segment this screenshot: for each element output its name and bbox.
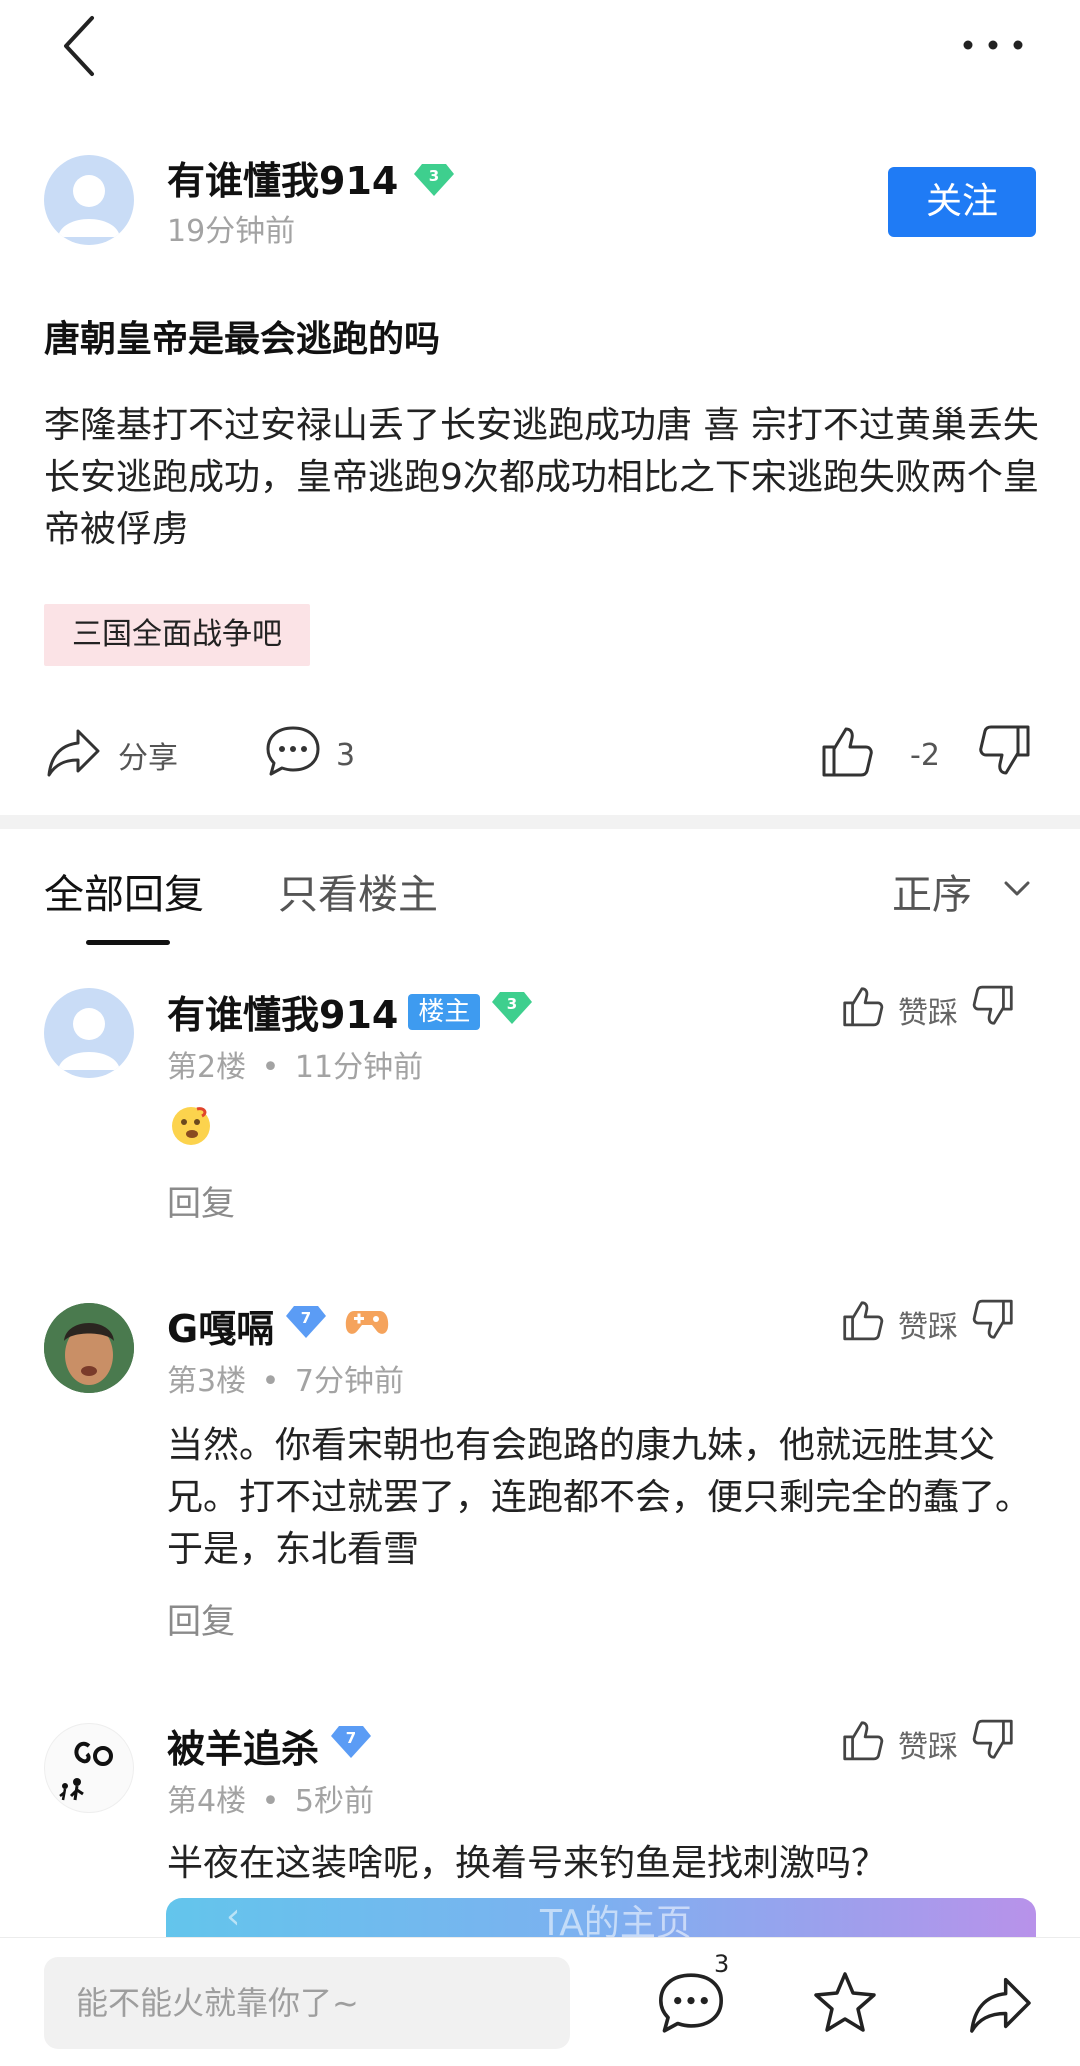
reply-avatar[interactable]	[44, 1303, 134, 1393]
floor-number: 第3楼	[167, 1364, 247, 1399]
level-badge: 3	[412, 160, 456, 207]
floor-number: 第4楼	[167, 1784, 247, 1819]
reply-time: 7分钟前	[294, 1364, 404, 1399]
reply-link[interactable]: 回复	[167, 1594, 235, 1643]
comment-icon	[264, 723, 322, 787]
op-badge: 楼主	[408, 993, 481, 1030]
share-icon[interactable]	[966, 1968, 1036, 2038]
reply-vote-group: 赞踩	[840, 1298, 1016, 1350]
author-avatar[interactable]	[44, 155, 134, 245]
reply-content: 半夜在这装啥呢，换着号来钓鱼是找刺激吗？	[167, 1843, 888, 1884]
star-icon[interactable]	[810, 1968, 880, 2038]
comment-icon[interactable]	[656, 1968, 726, 2038]
reply-meta: 第3楼 • 7分钟前	[167, 1356, 404, 1400]
thumbs-up-icon[interactable]	[840, 1718, 884, 1770]
game-controller-icon	[344, 1304, 390, 1348]
thumbs-up-icon[interactable]	[840, 984, 884, 1036]
back-icon[interactable]	[58, 14, 108, 78]
level-badge-number: 7	[301, 1309, 311, 1327]
meta-separator: •	[261, 1050, 280, 1085]
level-badge-number: 7	[346, 1729, 356, 1747]
comment-badge: 3	[714, 1950, 730, 1978]
vote-label: 赞踩	[898, 1730, 958, 1765]
post-action-row: 分享 3 -2	[0, 720, 1080, 790]
reply-meta: 第2楼 • 11分钟前	[167, 1042, 423, 1086]
chevron-down-icon[interactable]	[1000, 872, 1034, 906]
thumbs-down-icon[interactable]	[972, 984, 1016, 1036]
floor-number: 第2楼	[167, 1050, 247, 1085]
reply-meta: 第4楼 • 5秒前	[167, 1776, 374, 1820]
more-icon[interactable]	[960, 30, 1026, 60]
level-badge: 7	[329, 1722, 373, 1769]
comment-button[interactable]: 3	[264, 720, 355, 790]
reply-author-name[interactable]: G嘎嗝 7	[167, 1298, 390, 1353]
post-title: 唐朝皇帝是最会逃跑的吗	[44, 319, 441, 360]
author-name[interactable]: 有谁懂我914 3	[167, 150, 456, 207]
reply-author-name-text: G嘎嗝	[167, 1307, 275, 1351]
share-label: 分享	[118, 741, 178, 776]
reply-time: 5秒前	[294, 1784, 374, 1819]
meta-separator: •	[261, 1784, 280, 1819]
reply-vote-group: 赞踩	[840, 984, 1016, 1036]
preview-back-icon: ‹	[226, 1898, 241, 1937]
vote-score: -2	[910, 737, 940, 773]
follow-button[interactable]: 关注	[888, 167, 1036, 237]
thinking-face-emoji	[170, 1105, 212, 1147]
thumbs-down-icon[interactable]	[972, 1298, 1016, 1350]
author-name-text: 有谁懂我914	[167, 159, 399, 203]
reply-time: 11分钟前	[294, 1050, 424, 1085]
level-badge-number: 3	[428, 167, 438, 185]
vote-label: 赞踩	[898, 996, 958, 1031]
thumbs-up-icon	[818, 723, 874, 787]
vote-label: 赞踩	[898, 1310, 958, 1345]
tab-all-replies[interactable]: 全部回复	[44, 862, 204, 920]
post-body: 李隆基打不过安禄山丢了长安逃跑成功唐 喜 宗打不过黄巢丢失长安逃跑成功，皇帝逃跑…	[44, 405, 1039, 550]
comment-count: 3	[336, 737, 356, 773]
reply-author-name-text: 被羊追杀	[167, 1727, 320, 1771]
thumbs-down-icon[interactable]	[972, 1718, 1016, 1770]
forum-tag[interactable]: 三国全面战争吧	[44, 604, 310, 666]
reply-avatar[interactable]	[44, 1723, 134, 1813]
reply-author-name[interactable]: 有谁懂我914 楼主 3	[167, 984, 534, 1039]
level-badge: 7	[284, 1302, 328, 1349]
thumbs-down-icon	[978, 723, 1034, 787]
downvote-button[interactable]	[978, 720, 1034, 790]
active-tab-indicator	[86, 940, 170, 945]
reply-vote-group: 赞踩	[840, 1718, 1016, 1770]
reply-avatar[interactable]	[44, 988, 134, 1078]
tab-op-only[interactable]: 只看楼主	[278, 862, 438, 920]
meta-separator: •	[261, 1364, 280, 1399]
section-divider	[0, 815, 1080, 829]
sort-order-button[interactable]: 正序	[892, 862, 972, 920]
comment-input[interactable]: 能不能火就靠你了~	[44, 1957, 570, 2049]
level-badge-number: 3	[507, 995, 517, 1013]
upvote-button[interactable]	[818, 720, 874, 790]
share-button[interactable]: 分享	[44, 720, 178, 790]
level-badge: 3	[490, 988, 534, 1035]
reply-author-name-text: 有谁懂我914	[167, 993, 399, 1037]
reply-link[interactable]: 回复	[167, 1176, 235, 1225]
post-time: 19分钟前	[167, 214, 296, 249]
reply-content: 当然。你看宋朝也有会跑路的康九妹，他就远胜其父兄。打不过就罢了，连跑都不会，便只…	[167, 1425, 1032, 1570]
share-icon	[44, 723, 104, 787]
thumbs-up-icon[interactable]	[840, 1298, 884, 1350]
reply-author-name[interactable]: 被羊追杀 7	[167, 1718, 373, 1773]
